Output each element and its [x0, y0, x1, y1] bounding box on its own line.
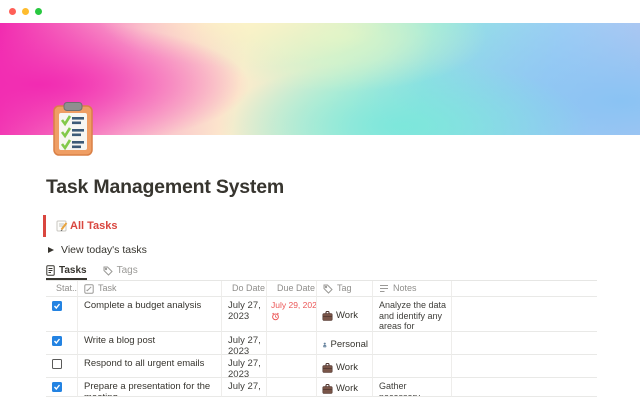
- empty-cell[interactable]: [452, 378, 597, 397]
- column-header-empty[interactable]: [452, 281, 597, 297]
- task-cell[interactable]: Prepare a presentation for the meeting: [78, 378, 222, 397]
- empty-cell[interactable]: [452, 297, 597, 332]
- toggle-label: View today's tasks: [61, 244, 147, 256]
- table-row: Prepare a presentation for the meeting J…: [46, 378, 597, 397]
- notes-cell[interactable]: Analyze the data and identify any areas …: [373, 297, 452, 332]
- minimize-window-button[interactable]: [22, 8, 29, 15]
- task-cell[interactable]: Respond to all urgent emails: [78, 355, 222, 378]
- page-title: Task Management System: [46, 176, 284, 198]
- tag-cell[interactable]: Work: [317, 297, 373, 332]
- app-window: Task Management System All Tasks View to…: [0, 0, 640, 400]
- notes-cell[interactable]: [373, 332, 452, 355]
- empty-cell[interactable]: [452, 332, 597, 355]
- tag-icon: [103, 266, 113, 276]
- due-date-cell[interactable]: [267, 332, 317, 355]
- callout-label: All Tasks: [70, 220, 118, 232]
- toggle-triangle-icon: [48, 247, 54, 253]
- tag-cell[interactable]: Personal: [317, 332, 373, 355]
- pencil-square-icon: [84, 283, 94, 294]
- check-icon: [53, 338, 61, 345]
- empty-cell[interactable]: [452, 355, 597, 378]
- briefcase-icon: [322, 362, 333, 373]
- task-checkbox[interactable]: [52, 382, 62, 392]
- page-cover-image[interactable]: [0, 23, 640, 135]
- task-checkbox[interactable]: [52, 359, 62, 369]
- document-icon: [46, 265, 55, 276]
- text-lines-icon: [380, 285, 388, 292]
- view-today-toggle[interactable]: View today's tasks: [46, 243, 597, 257]
- tasks-table: Stat... Task Do Date Due Date Tag Notes …: [46, 280, 597, 397]
- status-cell: [46, 378, 78, 397]
- check-icon: [53, 303, 61, 310]
- task-cell[interactable]: Write a blog post: [78, 332, 222, 355]
- task-cell[interactable]: Complete a budget analysis: [78, 297, 222, 332]
- status-cell: [46, 332, 78, 355]
- column-header-due-date[interactable]: Due Date: [267, 281, 317, 297]
- window-titlebar: [0, 0, 640, 23]
- zoom-window-button[interactable]: [35, 8, 42, 15]
- table-row: Complete a budget analysis July 27, 2023…: [46, 297, 597, 332]
- column-header-tag[interactable]: Tag: [317, 281, 373, 297]
- notes-cell[interactable]: Gather necessary: [373, 378, 452, 397]
- task-checkbox[interactable]: [52, 301, 62, 311]
- notes-cell[interactable]: [373, 355, 452, 378]
- column-header-do-date[interactable]: Do Date: [222, 281, 267, 297]
- alarm-clock-icon: [272, 312, 279, 321]
- tag-cell[interactable]: Work: [317, 378, 373, 397]
- tab-tasks-label: Tasks: [59, 265, 87, 276]
- task-checkbox[interactable]: [52, 336, 62, 346]
- column-header-notes[interactable]: Notes: [373, 281, 452, 297]
- briefcase-icon: [322, 383, 333, 394]
- due-date-cell[interactable]: July 29, 2023: [267, 297, 317, 332]
- all-tasks-callout[interactable]: All Tasks: [43, 215, 597, 237]
- do-date-cell[interactable]: July 27, 2023: [222, 297, 267, 332]
- status-cell: [46, 355, 78, 378]
- check-icon: [53, 384, 61, 391]
- bust-in-silhouette-icon: [322, 342, 327, 347]
- tab-tags[interactable]: Tags: [103, 265, 138, 280]
- table-row: Respond to all urgent emails July 27, 20…: [46, 355, 597, 378]
- tab-tags-label: Tags: [116, 265, 138, 276]
- table-header-row: Stat... Task Do Date Due Date Tag Notes: [46, 281, 597, 297]
- tag-icon: [323, 284, 333, 294]
- memo-icon: [56, 220, 68, 232]
- tag-cell[interactable]: Work: [317, 355, 373, 378]
- table-row: Write a blog post July 27, 2023 Personal: [46, 332, 597, 355]
- do-date-cell[interactable]: July 27, 2023: [222, 355, 267, 378]
- do-date-cell[interactable]: July 27, 2023: [222, 332, 267, 355]
- tab-tasks[interactable]: Tasks: [46, 265, 87, 280]
- due-date-cell[interactable]: [267, 378, 317, 397]
- close-window-button[interactable]: [9, 8, 16, 15]
- view-tabs: Tasks Tags: [46, 265, 597, 280]
- briefcase-icon: [322, 310, 333, 321]
- status-cell: [46, 297, 78, 332]
- column-header-status[interactable]: Stat...: [46, 281, 78, 297]
- due-date-cell[interactable]: [267, 355, 317, 378]
- do-date-cell[interactable]: July 27,: [222, 378, 267, 397]
- column-header-task[interactable]: Task: [78, 281, 222, 297]
